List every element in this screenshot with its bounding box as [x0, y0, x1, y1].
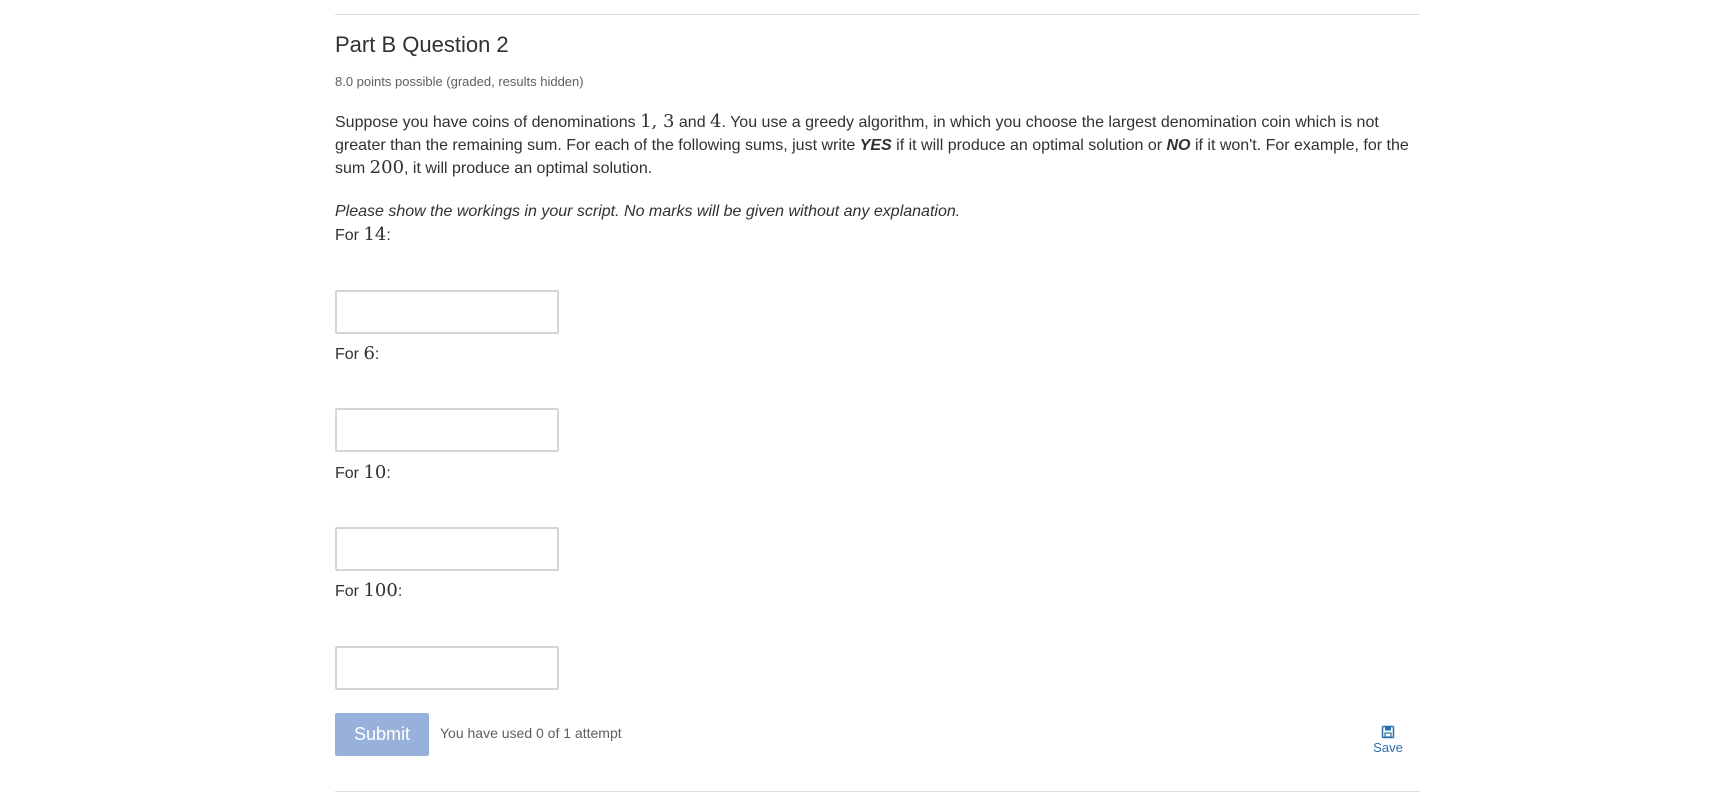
- no-keyword: NO: [1166, 136, 1191, 154]
- answer-input-14[interactable]: [335, 290, 559, 334]
- part-label-6: For 6:: [335, 343, 380, 364]
- floppy-disk-icon: [1381, 725, 1395, 739]
- bottom-divider: [335, 791, 1420, 792]
- problem-statement: Suppose you have coins of denominations …: [335, 111, 1409, 178]
- math-denomination-4: 4: [710, 111, 722, 132]
- save-label: Save: [1373, 740, 1403, 755]
- yes-keyword: YES: [859, 136, 892, 154]
- math-example-sum: 200: [369, 157, 405, 178]
- top-divider: [335, 14, 1420, 15]
- instruction-text: Please show the workings in your script.…: [335, 203, 961, 220]
- answer-input-6[interactable]: [335, 408, 559, 452]
- submit-button[interactable]: Submit: [335, 713, 429, 756]
- math-denominations: 1, 3: [640, 111, 675, 132]
- save-button[interactable]: Save: [1365, 723, 1411, 763]
- attempts-status: You have used 0 of 1 attempt: [440, 725, 622, 741]
- question-title: Part B Question 2: [335, 32, 509, 57]
- part-label-10: For 10:: [335, 462, 391, 483]
- part-label-100: For 100:: [335, 580, 403, 601]
- answer-input-10[interactable]: [335, 527, 559, 571]
- points-possible: 8.0 points possible (graded, results hid…: [335, 74, 584, 89]
- part-label-14: For 14:: [335, 224, 391, 245]
- problem-container: Part B Question 2 8.0 points possible (g…: [335, 0, 1420, 800]
- answer-input-100[interactable]: [335, 646, 559, 690]
